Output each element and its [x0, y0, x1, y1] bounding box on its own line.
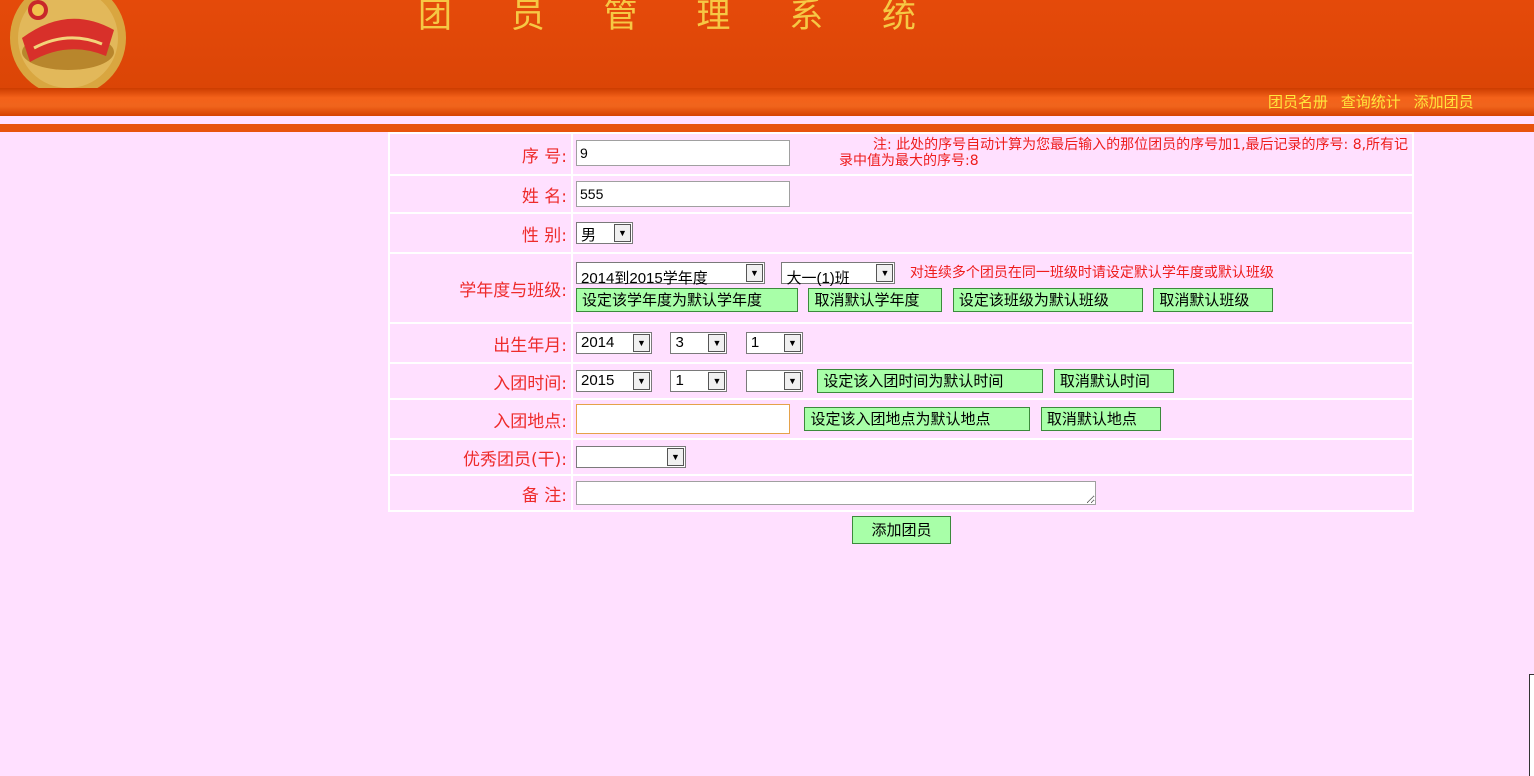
cancel-default-class-button[interactable]: 取消默认班级	[1153, 288, 1274, 312]
serial-cell: 注: 此处的序号自动计算为您最后输入的那位团员的序号加1,最后记录的序号: 8,…	[571, 132, 1414, 176]
cancel-default-join-time-button[interactable]: 取消默认时间	[1053, 369, 1174, 393]
remark-label: 备 注:	[388, 474, 573, 512]
remark-textarea[interactable]	[576, 481, 1096, 505]
chevron-down-icon: ▼	[633, 334, 650, 352]
join-place-input[interactable]	[576, 404, 790, 434]
birth-year-select[interactable]: 2014 ▼	[576, 332, 652, 354]
birth-month-value: 3	[675, 334, 684, 351]
chevron-down-icon: ▼	[708, 334, 726, 352]
join-place-cell: 设定该入团地点为默认地点 取消默认地点	[571, 398, 1414, 440]
gender-label: 性 别:	[388, 212, 573, 254]
name-label: 姓 名:	[388, 174, 573, 214]
nav-links: 团员名册 查询统计 添加团员	[1268, 91, 1482, 112]
row-remark: 备 注:	[388, 474, 1414, 512]
excellent-select[interactable]: ▼	[576, 446, 686, 468]
class-hint: 对连续多个团员在同一班级时请设定默认学年度或默认班级	[909, 265, 1274, 281]
remark-cell	[571, 474, 1414, 512]
nav-roster-link[interactable]: 团员名册	[1268, 93, 1328, 111]
set-default-class-button[interactable]: 设定该班级为默认班级	[952, 288, 1143, 312]
excellent-cell: ▼	[571, 438, 1414, 476]
birth-day-value: 1	[750, 334, 760, 351]
app-title: 团 员 管 理 系 统	[418, 0, 941, 36]
birth-year-value: 2014	[581, 334, 615, 351]
chevron-down-icon: ▼	[783, 334, 801, 352]
chevron-down-icon: ▼	[633, 372, 650, 390]
serial-label: 序 号:	[388, 132, 573, 176]
nav-add-member-link[interactable]: 添加团员	[1414, 93, 1474, 111]
year-class-cell: 2014到2015学年度 ▼ 大一(1)班 ▼ 对连续多个团员在同一班级时请设定…	[571, 252, 1414, 324]
serial-note: 注: 此处的序号自动计算为您最后输入的那位团员的序号加1,最后记录的序号: 8,…	[839, 137, 1409, 169]
join-year-value: 2015	[581, 372, 615, 389]
class-value: 大一(1)班	[786, 270, 850, 287]
chevron-down-icon: ▼	[876, 264, 894, 282]
add-member-submit-button[interactable]: 添加团员	[852, 516, 951, 544]
birth-label: 出生年月:	[388, 322, 573, 364]
set-default-join-place-button[interactable]: 设定该入团地点为默认地点	[804, 407, 1031, 431]
gender-select[interactable]: 男 ▼	[576, 222, 633, 244]
row-name: 姓 名:	[388, 174, 1414, 214]
join-month-select[interactable]: 1 ▼	[670, 370, 728, 392]
row-gender: 性 别: 男 ▼	[388, 212, 1414, 254]
nav-stats-link[interactable]: 查询统计	[1341, 93, 1401, 111]
join-place-label: 入团地点:	[388, 398, 573, 440]
join-day-select[interactable]: ▼	[745, 370, 803, 392]
birth-day-select[interactable]: 1 ▼	[745, 332, 803, 354]
excellent-label: 优秀团员(干):	[388, 438, 573, 476]
class-select[interactable]: 大一(1)班 ▼	[781, 262, 896, 287]
join-year-select[interactable]: 2015 ▼	[576, 370, 652, 392]
row-excellent: 优秀团员(干): ▼	[388, 438, 1414, 476]
row-join-place: 入团地点: 设定该入团地点为默认地点 取消默认地点	[388, 398, 1414, 440]
join-month-value: 1	[675, 372, 684, 389]
header-bottom-stripe	[0, 124, 1534, 132]
gender-value: 男	[581, 227, 597, 244]
set-default-join-time-button[interactable]: 设定该入团时间为默认时间	[817, 369, 1044, 393]
row-serial: 序 号: 注: 此处的序号自动计算为您最后输入的那位团员的序号加1,最后记录的序…	[388, 132, 1414, 176]
chevron-down-icon: ▼	[614, 224, 631, 242]
join-time-label: 入团时间:	[388, 362, 573, 400]
app-root: 团 员 管 理 系 统 团员名册 查询统计 添加团员 序 号: 注: 此处的序号…	[0, 0, 1534, 776]
row-birth: 出生年月: 2014 ▼ 3 ▼ 1 ▼	[388, 322, 1414, 364]
member-form-table: 序 号: 注: 此处的序号自动计算为您最后输入的那位团员的序号加1,最后记录的序…	[388, 132, 1414, 512]
row-join-time: 入团时间: 2015 ▼ 1 ▼ ▼ 设定该入团时间为默认时间 取消默认时间	[388, 362, 1414, 400]
row-year-class: 学年度与班级: 2014到2015学年度 ▼ 大一(1)班 ▼ 对连续多个团员在…	[388, 252, 1414, 324]
window-edge	[1529, 674, 1534, 776]
chevron-down-icon: ▼	[667, 448, 684, 466]
year-class-label: 学年度与班级:	[388, 252, 573, 324]
birth-cell: 2014 ▼ 3 ▼ 1 ▼	[571, 322, 1414, 364]
chevron-down-icon: ▼	[708, 372, 726, 390]
header-gap	[0, 116, 1534, 124]
name-cell	[571, 174, 1414, 214]
chevron-down-icon: ▼	[783, 372, 801, 390]
youth-league-emblem-logo	[10, 0, 126, 88]
gender-cell: 男 ▼	[571, 212, 1414, 254]
school-year-value: 2014到2015学年度	[581, 270, 708, 287]
birth-month-select[interactable]: 3 ▼	[670, 332, 728, 354]
cancel-default-join-place-button[interactable]: 取消默认地点	[1040, 407, 1161, 431]
name-input[interactable]	[576, 181, 790, 207]
serial-input[interactable]	[576, 140, 790, 166]
join-time-cell: 2015 ▼ 1 ▼ ▼ 设定该入团时间为默认时间 取消默认时间	[571, 362, 1414, 400]
chevron-down-icon: ▼	[746, 264, 763, 282]
school-year-select[interactable]: 2014到2015学年度 ▼	[576, 262, 765, 287]
